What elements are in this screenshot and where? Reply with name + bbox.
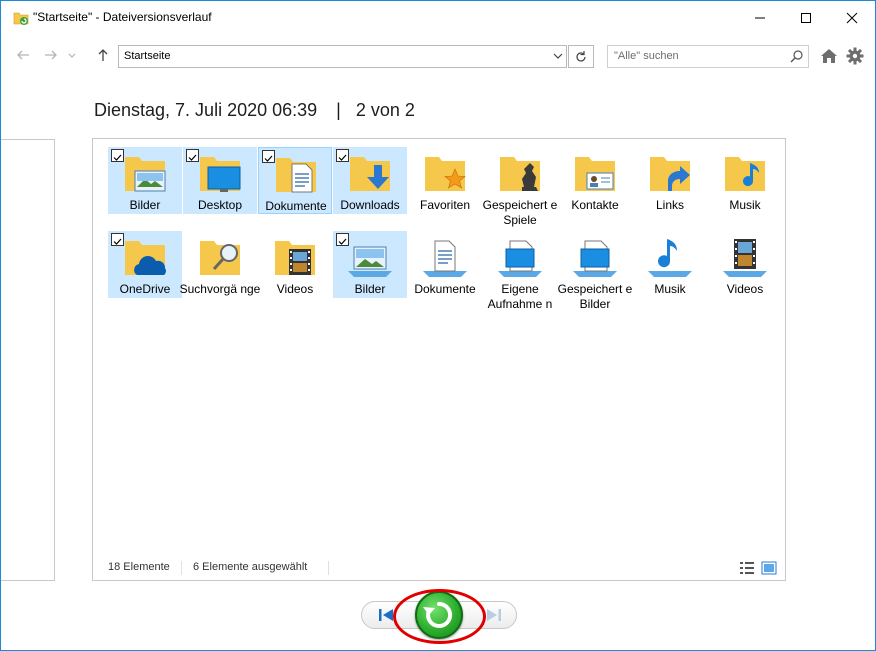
item-label: Gespeichert e Spiele	[482, 198, 558, 227]
grid-item[interactable]: Desktop	[183, 147, 257, 214]
home-icon[interactable]	[820, 47, 838, 65]
item-label: Bilder	[129, 198, 161, 212]
favorites-folder-icon	[425, 157, 466, 191]
item-label: Dokumente	[414, 282, 476, 296]
grid-item[interactable]: OneDrive	[108, 231, 182, 298]
chevron-down-icon[interactable]	[551, 49, 565, 63]
documents-folder-icon	[276, 158, 316, 193]
grid-item[interactable]: Favoriten	[408, 147, 482, 214]
large-icons-view-icon[interactable]	[761, 561, 777, 575]
search-input[interactable]: "Alle" suchen	[607, 45, 809, 68]
music-library-icon	[648, 239, 692, 277]
videos-folder-icon	[275, 241, 315, 275]
maximize-button[interactable]	[783, 1, 829, 35]
up-arrow-icon[interactable]	[95, 47, 111, 63]
snapshot-position: 2 von 2	[355, 100, 415, 120]
contacts-folder-icon	[575, 157, 615, 191]
grid-item[interactable]: Dokumente	[258, 147, 332, 214]
grid-item[interactable]: Gespeichert e Spiele	[483, 147, 557, 227]
refresh-icon	[576, 50, 586, 62]
documents-library-icon	[423, 240, 467, 277]
grid-item[interactable]: Videos	[708, 231, 782, 298]
search-placeholder: "Alle" suchen	[614, 50, 679, 62]
grid-item[interactable]: Suchvorgä nge	[180, 231, 260, 298]
pictures-library-icon	[348, 246, 392, 277]
refresh-button[interactable]	[568, 45, 594, 68]
grid-item[interactable]: Dokumente	[408, 231, 482, 298]
pictures-folder-icon	[125, 157, 166, 192]
close-icon	[846, 12, 858, 24]
highlight-annotation-ring	[393, 589, 486, 644]
grid-item[interactable]: Links	[633, 147, 707, 214]
address-text: Startseite	[124, 50, 171, 62]
item-label: Musik	[654, 282, 686, 296]
next-version-button[interactable]	[483, 605, 507, 625]
saved-pictures-library-icon	[573, 240, 617, 277]
item-label: Favoriten	[419, 198, 471, 212]
selected-count: 6 Elemente ausgewählt	[193, 561, 308, 573]
grid-item[interactable]: Kontakte	[558, 147, 632, 214]
search-icon[interactable]	[789, 49, 804, 64]
saved-games-folder-icon	[500, 157, 540, 191]
item-label: Desktop	[197, 198, 243, 212]
grid-item[interactable]: Musik	[633, 231, 707, 298]
grid-item[interactable]: Bilder	[333, 231, 407, 298]
title-bar: "Startseite" - Dateiversionsverlauf	[1, 1, 875, 35]
maximize-icon	[801, 13, 811, 23]
desktop-folder-icon	[200, 157, 241, 192]
grid-item[interactable]: Bilder	[108, 147, 182, 214]
item-label: Kontakte	[571, 198, 619, 212]
item-label: Suchvorgä nge	[179, 282, 261, 296]
minimize-icon	[755, 17, 765, 19]
snapshot-date: Dienstag, 7. Juli 2020 06:39	[94, 100, 318, 120]
links-folder-icon	[650, 157, 690, 191]
item-label: Dokumente	[265, 199, 327, 213]
grid-item[interactable]: Musik	[708, 147, 782, 214]
item-label: Downloads	[340, 198, 400, 212]
item-label: Eigene Aufnahme n	[487, 282, 553, 311]
file-history-app-icon	[13, 12, 29, 25]
item-label: OneDrive	[119, 282, 171, 296]
header-separator: |	[336, 100, 341, 120]
window-title: "Startseite" - Dateiversionsverlauf	[33, 10, 212, 24]
status-bar: 18 Elemente 6 Elemente ausgewählt	[93, 559, 785, 579]
previous-snapshot-preview[interactable]	[1, 139, 55, 581]
music-folder-icon	[725, 157, 765, 191]
file-history-window: "Startseite" - Dateiversionsverlauf Star…	[0, 0, 876, 651]
grid-item[interactable]: Downloads	[333, 147, 407, 214]
grid-item[interactable]: Eigene Aufnahme n	[483, 231, 557, 311]
searches-folder-icon	[200, 241, 240, 275]
item-label: Videos	[276, 282, 314, 296]
onedrive-folder-icon	[125, 241, 166, 275]
recent-dropdown-icon[interactable]	[67, 47, 77, 63]
minimize-button[interactable]	[737, 1, 783, 35]
details-view-icon[interactable]	[739, 561, 755, 575]
address-bar[interactable]: Startseite	[118, 45, 567, 68]
grid-item[interactable]: Gespeichert e Bilder	[558, 231, 632, 311]
item-label: Gespeichert e Bilder	[557, 282, 633, 311]
status-divider	[181, 561, 182, 575]
close-button[interactable]	[829, 1, 875, 35]
snapshot-panel: Bilder Desktop Dokumente Downloads Favor…	[92, 138, 786, 581]
status-divider	[328, 561, 329, 575]
snapshot-header: Dienstag, 7. Juli 2020 06:39 | 2 von 2	[94, 100, 415, 121]
item-label: Links	[655, 198, 684, 212]
item-label: Bilder	[354, 282, 386, 296]
item-label: Videos	[726, 282, 764, 296]
item-label: Musik	[729, 198, 761, 212]
gear-icon[interactable]	[846, 47, 864, 65]
grid-item[interactable]: Videos	[258, 231, 332, 298]
back-arrow-icon[interactable]	[15, 47, 31, 63]
videos-library-icon	[723, 239, 767, 277]
camera-roll-library-icon	[498, 240, 542, 277]
item-count: 18 Elemente	[108, 561, 170, 573]
forward-arrow-icon[interactable]	[43, 47, 59, 63]
downloads-folder-icon	[350, 157, 390, 191]
